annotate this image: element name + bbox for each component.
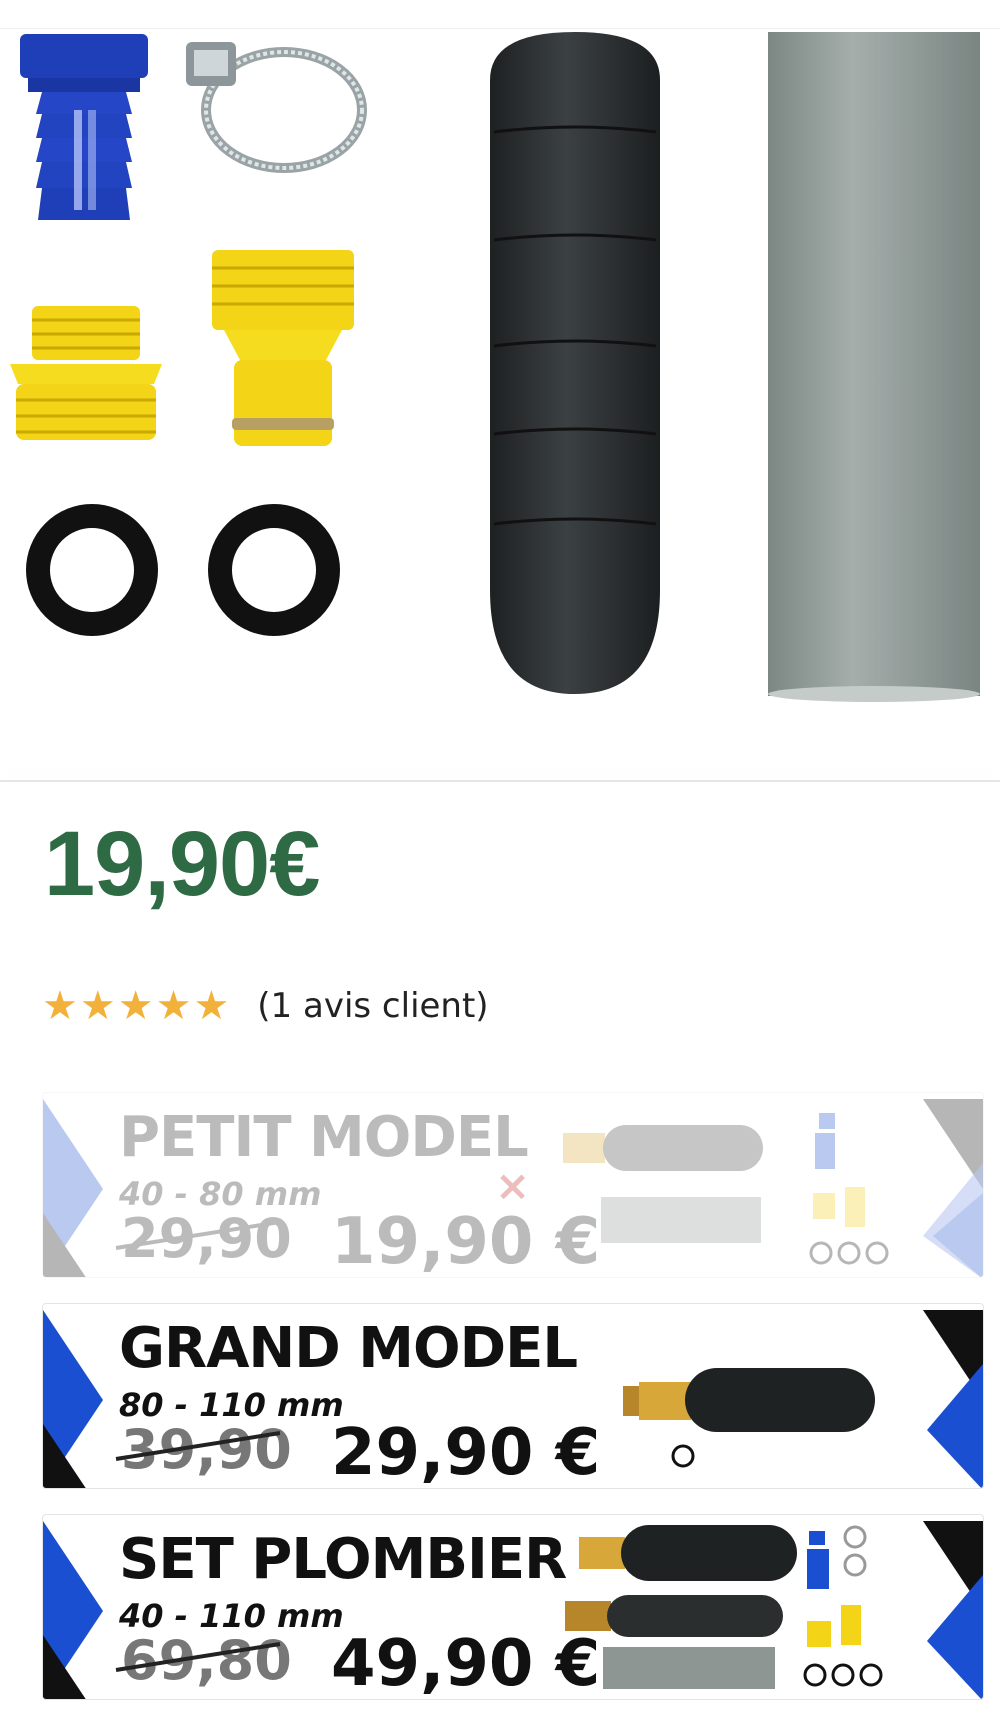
variant-title: PETIT MODEL [119,1105,529,1170]
star-rating: ★ ★ ★ ★ ★ [42,986,229,1026]
grey-pvc-pipe-image [768,32,980,702]
rating-row[interactable]: ★ ★ ★ ★ ★ (1 avis client) [42,984,489,1028]
variant-old-price: 69,80 [121,1629,292,1692]
variant-kit-illustration [623,1368,875,1468]
star-icon: ★ [79,983,116,1029]
variant-option-petit-model[interactable]: PETIT MODEL 40 - 80 mm 29,90 19,90 € × [42,1092,984,1278]
variant-title: GRAND MODEL [119,1316,578,1381]
star-icon: ★ [117,983,154,1029]
unavailable-x-icon: × [495,1161,531,1210]
variant-new-price: 29,90 € [331,1416,601,1489]
rubber-washer-image-2 [208,504,340,636]
variant-old-price: 39,90 [121,1418,292,1481]
yellow-thread-adapter-image [10,306,162,440]
product-image[interactable] [0,0,1000,780]
variant-option-grand-model[interactable]: GRAND MODEL 80 - 110 mm 39,90 29,90 € [42,1303,984,1489]
variant-title: SET PLOMBIER [119,1527,567,1592]
blue-hose-connector-image [20,34,148,220]
left-decoration [43,1521,103,1699]
top-divider [0,28,1000,29]
review-count-link[interactable]: (1 avis client) [257,986,488,1026]
right-decoration [923,1310,983,1488]
yellow-quick-connector-image [212,250,354,446]
hose-clamp-image [186,42,367,173]
left-decoration [43,1310,103,1488]
variant-option-set-plombier[interactable]: SET PLOMBIER 40 - 110 mm 69,80 49,90 € [42,1514,984,1700]
left-decoration [43,1099,103,1277]
image-divider [0,780,1000,782]
inflatable-pipe-plug-image [490,32,660,694]
star-icon: ★ [42,983,78,1029]
variant-new-price: 19,90 € [331,1205,601,1278]
variant-kit-illustration [563,1113,889,1265]
variant-new-price: 49,90 € [331,1627,601,1700]
star-icon: ★ [155,983,192,1029]
right-decoration [923,1521,983,1699]
variant-kit-illustration [565,1525,883,1689]
variant-old-price: 29,90 [121,1207,292,1270]
star-icon: ★ [193,983,230,1029]
rubber-washer-image-1 [26,504,158,636]
right-decoration [923,1099,983,1277]
product-price: 19,90€ [44,813,320,915]
